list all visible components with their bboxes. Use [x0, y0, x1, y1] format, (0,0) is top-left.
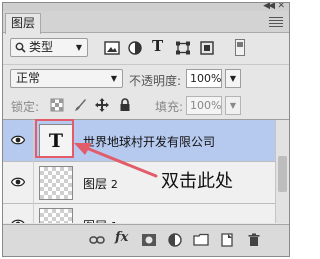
filter-toggle-switch[interactable] — [235, 39, 245, 56]
type-filter-icon[interactable]: T — [152, 37, 168, 55]
chevron-down-icon: ▼ — [75, 43, 82, 52]
layer-name[interactable]: 图层 1 — [83, 217, 118, 223]
filter-kind-label: 类型 — [29, 40, 54, 54]
lock-paint-icon[interactable] — [73, 98, 87, 112]
layer-filter-row: 类型 ▼ T — [3, 34, 289, 60]
close-panel-icon[interactable]: ✕ — [277, 3, 285, 11]
layer-number: 2 — [110, 178, 118, 191]
search-icon — [15, 42, 26, 53]
add-mask-icon[interactable] — [141, 233, 157, 247]
panel-tab-row: 图层 — [3, 11, 289, 34]
layer-number: 1 — [111, 220, 118, 223]
layer-thumbnail[interactable] — [39, 166, 73, 200]
image-filter-icon[interactable] — [104, 41, 120, 55]
panel-title-bar: ◀◀ ✕ — [3, 3, 289, 11]
collapse-panel-icon[interactable]: ◀◀ — [263, 3, 275, 11]
shape-filter-icon[interactable] — [175, 41, 191, 55]
eye-icon[interactable] — [11, 218, 25, 223]
lock-label: 锁定: — [11, 100, 40, 114]
layer-thumbnail[interactable] — [39, 208, 73, 223]
layers-footer-toolbar: fx — [3, 224, 289, 256]
eye-icon[interactable] — [11, 134, 25, 146]
layer-list-scrollbar[interactable] — [275, 120, 289, 223]
layer-name-text: 图层 — [83, 177, 108, 191]
lock-position-icon[interactable] — [95, 98, 109, 112]
visibility-divider — [33, 120, 34, 162]
filter-kind-select[interactable]: 类型 ▼ — [10, 38, 88, 57]
new-group-icon[interactable] — [193, 233, 209, 247]
link-layers-icon[interactable] — [89, 233, 105, 247]
chevron-down-icon: ▼ — [110, 74, 117, 83]
opacity-label: 不透明度: — [129, 74, 182, 88]
panel-menu-icon[interactable] — [269, 15, 283, 27]
layer-name-text: 图层 — [83, 219, 107, 223]
new-layer-icon[interactable] — [219, 233, 235, 247]
opacity-field[interactable]: 100% — [186, 69, 222, 88]
layer-row-pixel[interactable]: 图层 2 — [3, 162, 275, 204]
visibility-divider — [33, 162, 34, 204]
fill-field[interactable]: 100% — [186, 96, 222, 115]
delete-layer-icon[interactable] — [246, 233, 262, 247]
layer-name[interactable]: 图层 2 — [83, 175, 118, 192]
annotation-highlight-box — [35, 119, 74, 158]
smart-object-filter-icon[interactable] — [199, 41, 215, 55]
lock-all-icon[interactable] — [118, 98, 132, 112]
opacity-dropdown-button[interactable]: ▼ — [225, 69, 241, 88]
fill-label: 填充: — [155, 100, 184, 114]
tab-layers[interactable]: 图层 — [5, 13, 41, 34]
eye-icon[interactable] — [11, 176, 25, 188]
blend-mode-select[interactable]: 正常 ▼ — [10, 69, 123, 88]
layer-name[interactable]: 世界地球村开发有限公司 — [83, 133, 215, 150]
lock-transparent-icon[interactable] — [50, 98, 64, 112]
blend-row: 正常 ▼ 不透明度: 100% ▼ — [3, 64, 289, 90]
layer-row-pixel[interactable]: 图层 1 — [3, 204, 275, 223]
fill-dropdown-button[interactable]: ▼ — [225, 96, 241, 115]
scrollbar-thumb[interactable] — [278, 156, 287, 192]
blend-mode-value: 正常 — [16, 71, 41, 85]
lock-row: 锁定: 填充: 100% ▼ — [3, 93, 289, 117]
adjustment-filter-icon[interactable] — [127, 41, 143, 55]
visibility-divider — [33, 204, 34, 223]
layer-style-icon[interactable]: fx — [115, 230, 128, 245]
adjustment-layer-icon[interactable] — [167, 233, 183, 247]
annotation-label: 双击此处 — [161, 171, 233, 192]
